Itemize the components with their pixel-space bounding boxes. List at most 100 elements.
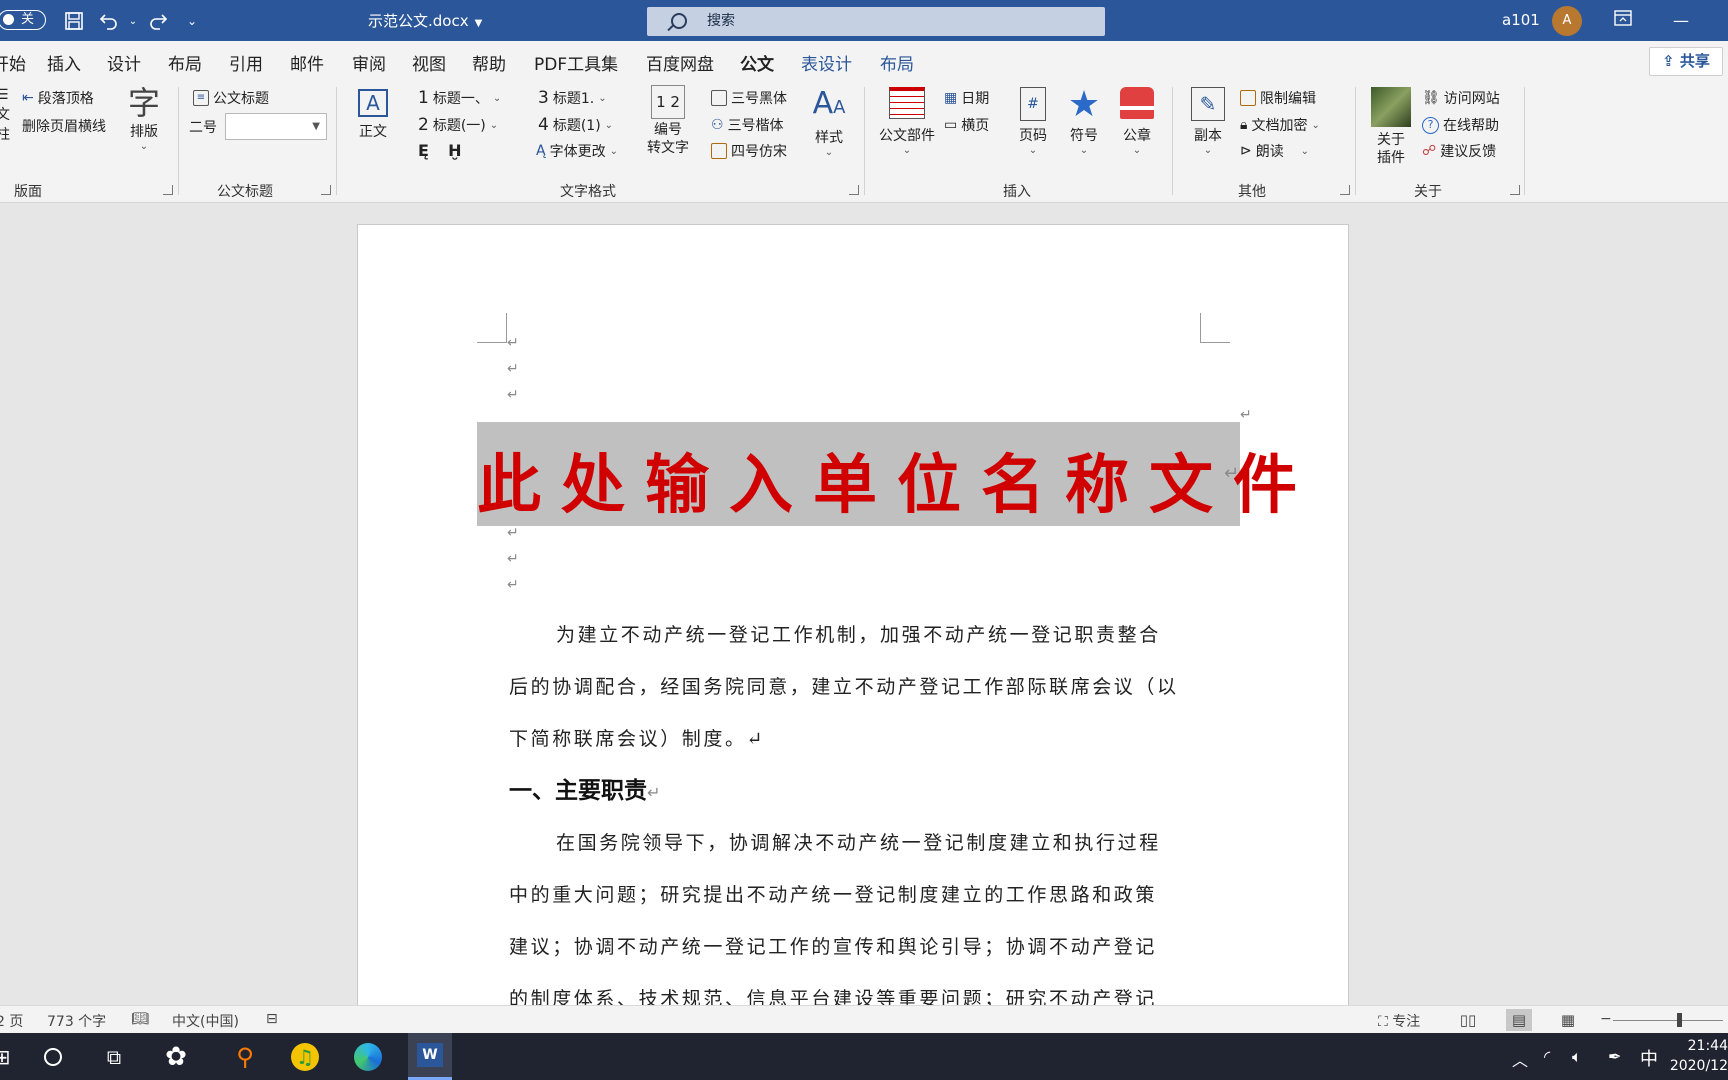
feedback-button[interactable]: ☍ 建议反馈 — [1422, 141, 1496, 161]
zoom-slider-thumb[interactable] — [1677, 1013, 1682, 1027]
document-canvas[interactable]: ↵ ↵ ↵ 此处输入单位名称文件 ↵ ↵ ↵ ↵ ↵ 为建立不动产统一登记工作机… — [0, 203, 1728, 1005]
dialog-launcher-icon[interactable] — [163, 185, 173, 195]
document-heading[interactable]: 此处输入单位名称文件 — [477, 434, 1317, 526]
text-columns-button[interactable]: ☰ 文 柱 — [0, 87, 10, 143]
task-view-icon[interactable]: ⧉ — [98, 1041, 130, 1073]
tab-home[interactable]: 开始 — [0, 50, 26, 75]
zoom-out-button[interactable]: − — [1600, 1011, 1612, 1027]
page-count[interactable]: 2 页 — [0, 1011, 23, 1031]
read-aloud-button[interactable]: ⊳ 朗读 ⌄ — [1240, 141, 1309, 161]
dialog-launcher-icon[interactable] — [1340, 185, 1350, 195]
app-swirl-icon[interactable]: ✿ — [160, 1041, 192, 1073]
tab-layout[interactable]: 布局 — [168, 50, 202, 75]
paragraph-line[interactable]: 在国务院领导下，协调解决不动产统一登记制度建立和执行过程 — [556, 828, 1161, 855]
seal-button[interactable]: 公章 ⌄ — [1117, 87, 1157, 156]
document-title[interactable]: 示范公文.docx ▼ — [368, 10, 482, 31]
copy-button[interactable]: ✎ 副本 ⌄ — [1186, 87, 1230, 156]
chevron-up-icon[interactable]: ︿ — [1512, 1047, 1528, 1071]
language-indicator[interactable]: 中文(中国) — [172, 1011, 239, 1031]
word-app-icon[interactable]: W — [408, 1033, 452, 1080]
tab-help[interactable]: 帮助 — [472, 50, 506, 75]
volume-icon[interactable]: 🔈︎ — [1572, 1047, 1582, 1067]
dialog-launcher-icon[interactable] — [321, 185, 331, 195]
paragraph-line[interactable]: 中的重大问题；研究提出不动产统一登记制度建立的工作思路和政策 — [509, 880, 1157, 907]
autosave-toggle[interactable]: 关 — [0, 10, 46, 30]
section-heading[interactable]: 一、主要职责↵ — [509, 771, 660, 805]
tab-references[interactable]: 引用 — [229, 50, 263, 75]
doc-parts-button[interactable]: 公文部件 ⌄ — [876, 87, 938, 156]
tab-mailings[interactable]: 邮件 — [290, 50, 324, 75]
remove-header-line-button[interactable]: 删除页眉横线 — [22, 116, 106, 136]
font-size-select[interactable]: ▼ — [225, 113, 327, 140]
page-number-button[interactable]: # 页码 ⌄ — [1013, 87, 1053, 156]
heading4-button[interactable]: 4 标题(1) ⌄ — [538, 115, 613, 135]
avatar[interactable]: A — [1552, 6, 1582, 36]
online-help-button[interactable]: ? 在线帮助 — [1422, 115, 1499, 135]
proofing-icon[interactable]: 📖︎ — [131, 1011, 149, 1027]
font-fangsong-button[interactable]: 四号仿宋 — [711, 141, 787, 161]
user-name[interactable]: a101 — [1502, 11, 1540, 29]
restrict-editing-button[interactable]: 限制编辑 — [1240, 88, 1316, 108]
ime-indicator[interactable]: 中 — [1640, 1045, 1658, 1071]
start-icon[interactable]: ⊞ — [0, 1041, 18, 1073]
save-icon[interactable] — [62, 9, 86, 33]
about-plugin-button[interactable]: 关于 插件 — [1368, 87, 1414, 167]
paragraph-flush-button[interactable]: ⇤ 段落顶格 — [22, 88, 94, 108]
insert-date-button[interactable]: ▦ 日期 — [944, 88, 989, 108]
tab-table-design[interactable]: 表设计 — [801, 50, 852, 75]
paragraph-line[interactable]: 后的协调配合，经国务院同意，建立不动产登记工作部际联席会议（以 — [509, 672, 1179, 699]
tab-table-layout[interactable]: 布局 — [880, 50, 914, 75]
encrypt-document-button[interactable]: 🔒︎ 文档加密 ⌄ — [1240, 115, 1320, 135]
music-app-icon[interactable]: ♫ — [289, 1041, 321, 1073]
search-app-icon[interactable]: ⚲ — [229, 1041, 261, 1073]
read-mode-icon[interactable]: ▯▯ — [1455, 1009, 1481, 1031]
bold-format-buttons[interactable]: Ę Ḫ — [418, 141, 461, 160]
number-to-text-button[interactable]: 1 2 编号 转文字 — [644, 85, 692, 157]
doc-title-button[interactable]: ≡ 公文标题 — [193, 88, 269, 108]
layout-button[interactable]: 字 排版 ⌄ — [124, 85, 164, 152]
heading3-button[interactable]: 3 标题1. ⌄ — [538, 88, 607, 108]
ribbon-display-options-icon[interactable] — [1610, 8, 1636, 34]
search-box[interactable]: 搜索 — [647, 7, 1105, 36]
undo-icon[interactable] — [97, 9, 121, 33]
share-button[interactable]: ⇪ 共享 — [1649, 47, 1723, 76]
paragraph-line[interactable]: 建议；协调不动产统一登记工作的宣传和舆论引导；协调不动产登记 — [509, 932, 1157, 959]
dialog-launcher-icon[interactable] — [1510, 185, 1520, 195]
tab-baidu-netdisk[interactable]: 百度网盘 — [646, 50, 714, 75]
print-layout-icon[interactable]: ▤ — [1506, 1009, 1532, 1031]
font-change-button[interactable]: Ą 字体更改 ⌄ — [536, 141, 618, 161]
tab-insert[interactable]: 插入 — [47, 50, 81, 75]
tab-view[interactable]: 视图 — [412, 50, 446, 75]
paragraph-line[interactable]: 下简称联席会议）制度。↵ — [509, 724, 765, 751]
tab-design[interactable]: 设计 — [107, 50, 141, 75]
heading2-button[interactable]: 2 标题(一) ⌄ — [418, 115, 498, 135]
pen-icon[interactable]: ✒ — [1608, 1047, 1621, 1066]
visit-website-button[interactable]: ⛓︎ 访问网站 — [1422, 88, 1500, 108]
minimize-icon[interactable]: — — [1668, 8, 1694, 34]
tab-gongwen[interactable]: 公文 — [740, 50, 774, 84]
styles-button[interactable]: AA 样式 ⌄ — [807, 85, 851, 158]
heading1-button[interactable]: 1 标题一、 ⌄ — [418, 88, 501, 108]
dialog-launcher-icon[interactable] — [849, 185, 859, 195]
customize-toolbar-icon[interactable]: ⌄ — [180, 9, 204, 33]
accessibility-icon[interactable]: ⊟ — [266, 1011, 278, 1027]
paragraph-line[interactable]: 的制度体系、技术规范、信息平台建设等重要问题；研究不动产登记 — [509, 984, 1157, 1005]
document-page[interactable]: ↵ ↵ ↵ 此处输入单位名称文件 ↵ ↵ ↵ ↵ ↵ 为建立不动产统一登记工作机… — [357, 224, 1349, 1005]
tab-pdf-tools[interactable]: PDF工具集 — [534, 50, 618, 75]
body-text-button[interactable]: A 正文 — [350, 89, 396, 141]
symbol-button[interactable]: ★ 符号 ⌄ — [1064, 85, 1104, 157]
word-count[interactable]: 773 个字 — [47, 1011, 106, 1031]
font-hei-button[interactable]: 三号黑体 — [711, 88, 787, 108]
landscape-page-button[interactable]: ▭ 横页 — [944, 115, 989, 135]
wifi-icon[interactable]: ◜ — [1544, 1047, 1550, 1066]
zoom-slider[interactable] — [1613, 1020, 1723, 1021]
clock[interactable]: 21:44 2020/12 — [1662, 1036, 1728, 1076]
tab-review[interactable]: 审阅 — [352, 50, 386, 75]
web-layout-icon[interactable]: ▦ — [1555, 1009, 1581, 1031]
undo-dropdown-icon[interactable]: ⌄ — [121, 9, 145, 33]
focus-mode-button[interactable]: ⛶ 专注 — [1378, 1011, 1420, 1031]
font-kai-button[interactable]: ⚇ 三号楷体 — [711, 115, 784, 135]
paragraph-line[interactable]: 为建立不动产统一登记工作机制，加强不动产统一登记职责整合 — [556, 620, 1161, 647]
redo-icon[interactable] — [146, 9, 170, 33]
cortana-icon[interactable] — [37, 1041, 69, 1073]
